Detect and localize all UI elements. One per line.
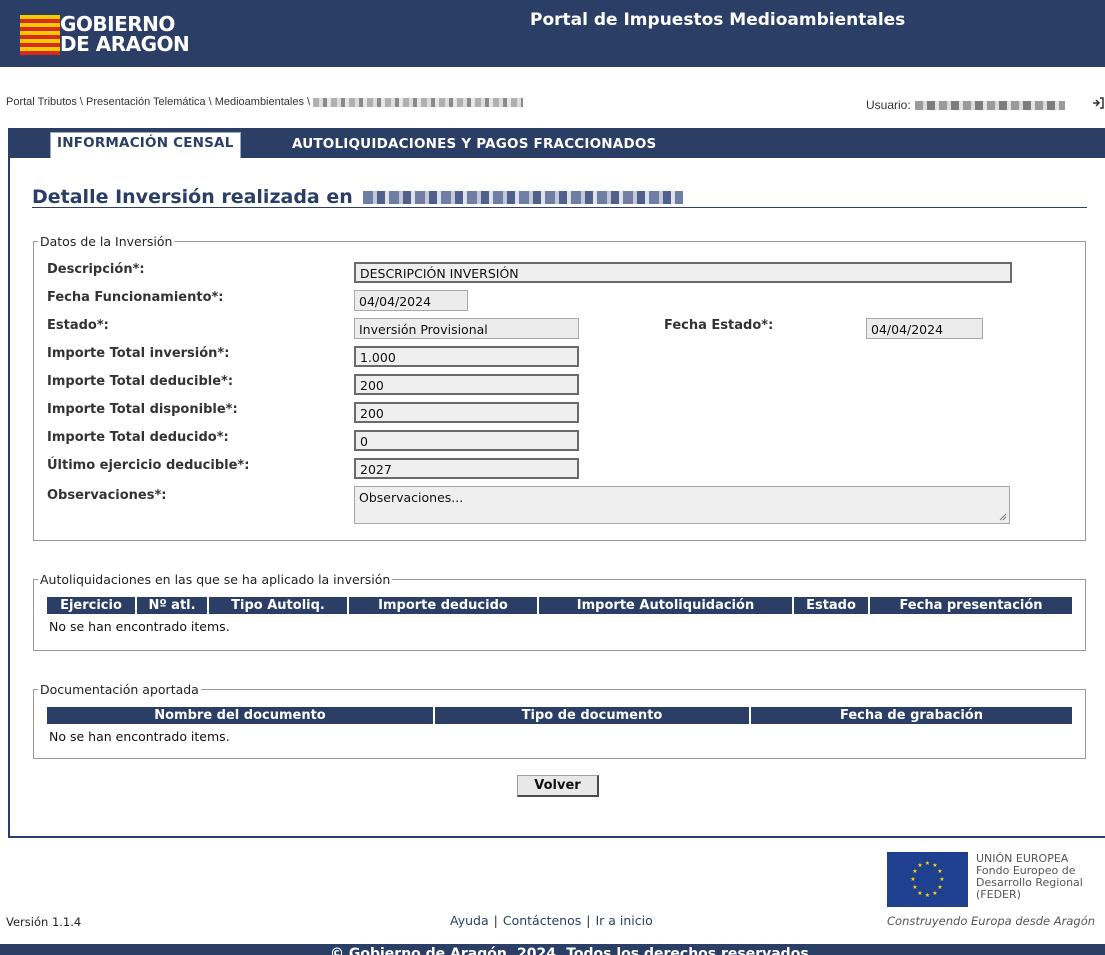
tab-bar: INFORMACIÓN CENSAL AUTOLIQUIDACIONES Y P…: [8, 128, 1105, 158]
ayuda-link[interactable]: Ayuda: [450, 913, 489, 928]
site-footer: © Gobierno de Aragón. 2024. Todos los de…: [0, 944, 1105, 955]
eu-line-4: (FEDER): [976, 888, 1021, 901]
page-title: Detalle Inversión realizada en: [32, 186, 684, 208]
user-info: Usuario:: [866, 98, 1065, 112]
importe-inversion-field[interactable]: 1.000: [354, 346, 579, 367]
autoliquidaciones-table-header: Ejercicio Nº atl. Tipo Autoliq. Importe …: [47, 597, 1072, 614]
breadcrumb-portal-tributos[interactable]: Portal Tributos: [6, 96, 77, 108]
title-divider: [32, 207, 1087, 208]
importe-deducible-field[interactable]: 200: [354, 374, 579, 395]
user-name-redacted: [914, 101, 1065, 111]
col-nombre-documento[interactable]: Nombre del documento: [47, 707, 435, 724]
ultimo-ejercicio-label: Último ejercicio deducible*:: [47, 458, 250, 473]
col-importe-autoliquidacion[interactable]: Importe Autoliquidación: [539, 597, 794, 614]
aragon-flag-icon: [20, 15, 60, 55]
col-fecha-grabacion[interactable]: Fecha de grabación: [751, 707, 1072, 724]
importe-deducido-label: Importe Total deducido*:: [47, 430, 229, 445]
estado-field[interactable]: Inversión Provisional: [354, 318, 579, 339]
observaciones-textarea[interactable]: Observaciones...: [354, 486, 1010, 524]
svg-text:★: ★: [925, 860, 930, 867]
descripcion-field[interactable]: DESCRIPCIÓN INVERSIÓN: [354, 262, 1012, 283]
importe-disponible-field[interactable]: 200: [354, 402, 579, 423]
svg-text:★: ★: [937, 884, 942, 891]
link-separator: |: [586, 913, 591, 928]
importe-inversion-label: Importe Total inversión*:: [47, 346, 230, 361]
documentacion-table-header: Nombre del documento Tipo de documento F…: [47, 707, 1072, 724]
svg-text:★: ★: [937, 868, 942, 875]
breadcrumb-medioambientales[interactable]: Medioambientales: [215, 96, 304, 108]
contactenos-link[interactable]: Contáctenos: [503, 913, 581, 928]
col-tipo-documento[interactable]: Tipo de documento: [435, 707, 751, 724]
breadcrumb-separator: \: [208, 96, 212, 108]
svg-text:★: ★: [925, 892, 930, 899]
importe-disponible-label: Importe Total disponible*:: [47, 402, 238, 417]
estado-label: Estado*:: [47, 318, 109, 333]
svg-text:★: ★: [939, 876, 944, 883]
observaciones-label: Observaciones*:: [47, 488, 167, 503]
autoliquidaciones-legend: Autoliquidaciones en las que se ha aplic…: [40, 572, 391, 587]
col-ejercicio[interactable]: Ejercicio: [47, 597, 137, 614]
importe-deducido-field[interactable]: 0: [354, 430, 579, 451]
breadcrumb-separator: \: [79, 96, 83, 108]
col-importe-deducido[interactable]: Importe deducido: [349, 597, 539, 614]
page-title-text: Detalle Inversión realizada en: [32, 186, 353, 208]
svg-text:★: ★: [932, 890, 937, 897]
copyright-text: © Gobierno de Aragón. 2024. Todos los de…: [330, 946, 809, 955]
volver-button[interactable]: Volver: [517, 775, 599, 797]
logout-icon[interactable]: [1091, 96, 1105, 110]
svg-text:★: ★: [912, 884, 917, 891]
observaciones-text: Observaciones...: [359, 490, 464, 505]
eu-flag-icon: ★ ★ ★ ★ ★ ★ ★ ★ ★ ★ ★ ★: [887, 852, 968, 907]
breadcrumb-redacted-item: [313, 97, 524, 107]
datos-inversion-legend: Datos de la Inversión: [40, 234, 173, 249]
page-title-redacted: [363, 191, 684, 204]
svg-text:★: ★: [910, 876, 915, 883]
col-tipo-autoliq[interactable]: Tipo Autoliq.: [209, 597, 349, 614]
breadcrumb-separator: \: [306, 96, 311, 108]
link-separator: |: [493, 913, 498, 928]
tab-informacion-censal[interactable]: INFORMACIÓN CENSAL: [50, 132, 241, 158]
col-estado[interactable]: Estado: [794, 597, 870, 614]
eu-slogan: Construyendo Europa desde Aragón: [887, 914, 1096, 928]
site-header: GOBIERNO DE ARAGON Portal de Impuestos M…: [0, 0, 1105, 67]
eu-feder-text: UNIÓN EUROPEA Fondo Europeo de Desarroll…: [976, 853, 1083, 901]
logo-wordmark: GOBIERNO DE ARAGON: [60, 12, 190, 56]
svg-text:★: ★: [912, 868, 917, 875]
documentacion-empty-message: No se han encontrado items.: [49, 729, 230, 744]
logo-line-2: DE ARAGON: [60, 32, 190, 56]
svg-text:★: ★: [917, 862, 922, 869]
resize-handle-icon[interactable]: [999, 513, 1007, 521]
logo-line-1: GOBIERNO: [60, 12, 175, 36]
version-label: Versión 1.1.4: [6, 915, 82, 929]
autoliquidaciones-empty-message: No se han encontrado items.: [49, 619, 230, 634]
user-label: Usuario:: [866, 98, 911, 112]
descripcion-label: Descripción*:: [47, 262, 145, 277]
portal-title: Portal de Impuestos Medioambientales: [530, 10, 906, 30]
ir-a-inicio-link[interactable]: Ir a inicio: [595, 913, 652, 928]
footer-links: Ayuda | Contáctenos | Ir a inicio: [450, 913, 653, 928]
fecha-funcionamiento-field[interactable]: 04/04/2024: [354, 290, 468, 311]
fecha-funcionamiento-label: Fecha Funcionamiento*:: [47, 290, 224, 305]
importe-deducible-label: Importe Total deducible*:: [47, 374, 234, 389]
ultimo-ejercicio-field[interactable]: 2027: [354, 458, 579, 479]
fecha-estado-label: Fecha Estado*:: [664, 318, 774, 333]
breadcrumb: Portal Tributos \ Presentación Telemática \…: [6, 96, 524, 108]
col-fecha-presentacion[interactable]: Fecha presentación: [870, 597, 1072, 614]
tab-autoliquidaciones[interactable]: AUTOLIQUIDACIONES Y PAGOS FRACCIONADOS: [286, 134, 662, 160]
breadcrumb-presentacion-telematica[interactable]: Presentación Telemática: [86, 96, 206, 108]
svg-text:★: ★: [917, 890, 922, 897]
gobierno-aragon-logo[interactable]: GOBIERNO DE ARAGON: [20, 12, 200, 60]
documentacion-legend: Documentación aportada: [40, 682, 199, 697]
col-num-atl[interactable]: Nº atl.: [137, 597, 209, 614]
fecha-estado-field[interactable]: 04/04/2024: [866, 318, 983, 339]
